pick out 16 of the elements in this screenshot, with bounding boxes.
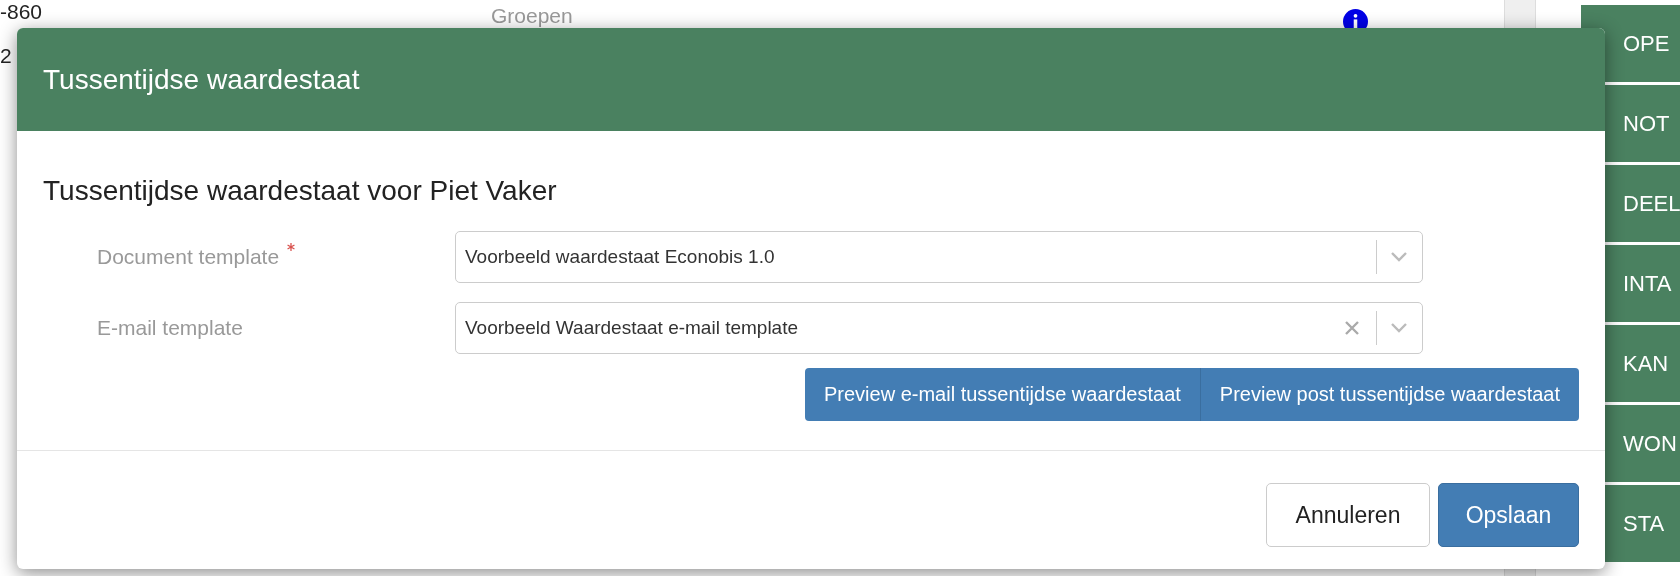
template-select[interactable]: Voorbeeld Waardestaat e-mail template <box>455 302 1423 354</box>
field-label: Document template <box>97 245 280 269</box>
section-label: Groepen <box>491 4 573 28</box>
clear-icon[interactable] <box>1344 320 1360 336</box>
template-select[interactable]: Voorbeeld waardestaat Econobis 1.0 <box>455 231 1423 283</box>
number-text: -860 <box>0 0 43 24</box>
chevron-down-icon[interactable] <box>1390 251 1408 263</box>
preview-button[interactable]: Preview post tussentijdse waardestaat <box>1200 368 1579 421</box>
chevron-down-icon[interactable] <box>1390 322 1408 334</box>
preview-button[interactable]: Preview e-mail tussentijdse waardestaat <box>805 368 1201 421</box>
cancel-button[interactable]: Annuleren <box>1266 483 1430 547</box>
dialog-heading: Tussentijdse waardestaat voor Piet Vaker <box>43 175 558 207</box>
field-label: E-mail template <box>97 316 243 340</box>
dialog-title: Tussentijdse waardestaat <box>43 63 360 96</box>
save-button[interactable]: Opslaan <box>1438 483 1579 547</box>
number-text: 2 <box>0 44 12 68</box>
